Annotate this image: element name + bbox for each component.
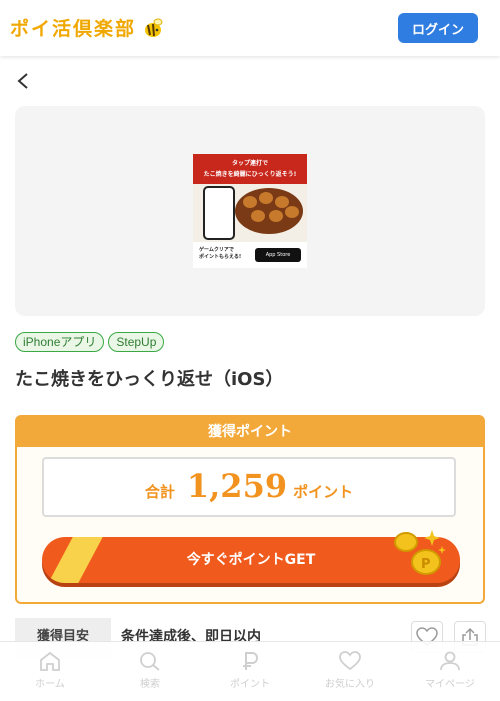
total-value: 1,259 bbox=[186, 467, 288, 505]
category-tags: iPhoneアプリ StepUp bbox=[15, 332, 165, 352]
search-icon bbox=[140, 652, 160, 671]
point-icon bbox=[243, 652, 259, 670]
campaign-banner-image: タップ連打で たこ焼きを綺麗にひっくり返そう! ゲームクリアで ポイントもらえる… bbox=[193, 154, 307, 268]
svg-text:P: P bbox=[421, 557, 431, 572]
total-points: 合計 1,259 ポイント bbox=[42, 457, 456, 517]
nav-points[interactable]: ポイント bbox=[200, 642, 300, 701]
campaign-image-area: タップ連打で たこ焼きを綺麗にひっくり返そう! ゲームクリアで ポイントもらえる… bbox=[15, 106, 485, 316]
nav-search-label: 検索 bbox=[140, 679, 160, 690]
login-button[interactable]: ログイン bbox=[398, 13, 478, 43]
logo-text: ポイ活倶楽部 bbox=[10, 18, 137, 40]
banner-bottom-line1: ゲームクリアで bbox=[199, 247, 234, 253]
points-header: 獲得ポイント bbox=[17, 417, 483, 447]
app-store-badge: App Store bbox=[255, 248, 301, 262]
nav-favorites-label: お気に入り bbox=[325, 679, 375, 690]
tag-iphone-app[interactable]: iPhoneアプリ bbox=[15, 332, 105, 352]
heart-icon bbox=[339, 651, 361, 671]
nav-favorites[interactable]: お気に入り bbox=[300, 642, 400, 701]
nav-search[interactable]: 検索 bbox=[100, 642, 200, 701]
user-icon bbox=[440, 651, 460, 671]
top-header: ポイ活倶楽部 ログイン bbox=[0, 0, 500, 56]
home-icon bbox=[40, 651, 60, 671]
chevron-left-icon bbox=[17, 73, 28, 89]
nav-mypage-label: マイページ bbox=[425, 679, 475, 690]
total-label: 合計 bbox=[144, 483, 175, 501]
tag-stepup[interactable]: StepUp bbox=[108, 332, 165, 352]
site-logo[interactable]: ポイ活倶楽部 bbox=[10, 14, 164, 41]
banner-top-line2: たこ焼きを綺麗にひっくり返そう! bbox=[203, 171, 297, 178]
nav-points-label: ポイント bbox=[230, 679, 270, 690]
coins-icon: P bbox=[394, 530, 446, 575]
back-button[interactable] bbox=[14, 70, 34, 92]
nav-mypage[interactable]: マイページ bbox=[400, 642, 500, 701]
page-title: たこ焼きをひっくり返せ（iOS） bbox=[15, 369, 284, 390]
nav-home-label: ホーム bbox=[35, 679, 65, 690]
nav-home[interactable]: ホーム bbox=[0, 642, 100, 701]
bee-mascot-icon bbox=[145, 18, 163, 37]
phone-illustration-icon bbox=[203, 186, 235, 240]
bottom-navigation: ホーム 検索 ポイント お気に入り マイページ bbox=[0, 641, 500, 701]
banner-bottom-line2: ポイントもらえる! bbox=[199, 254, 242, 260]
banner-top-line1: タップ連打で bbox=[231, 160, 268, 167]
points-unit: ポイント bbox=[293, 483, 354, 501]
